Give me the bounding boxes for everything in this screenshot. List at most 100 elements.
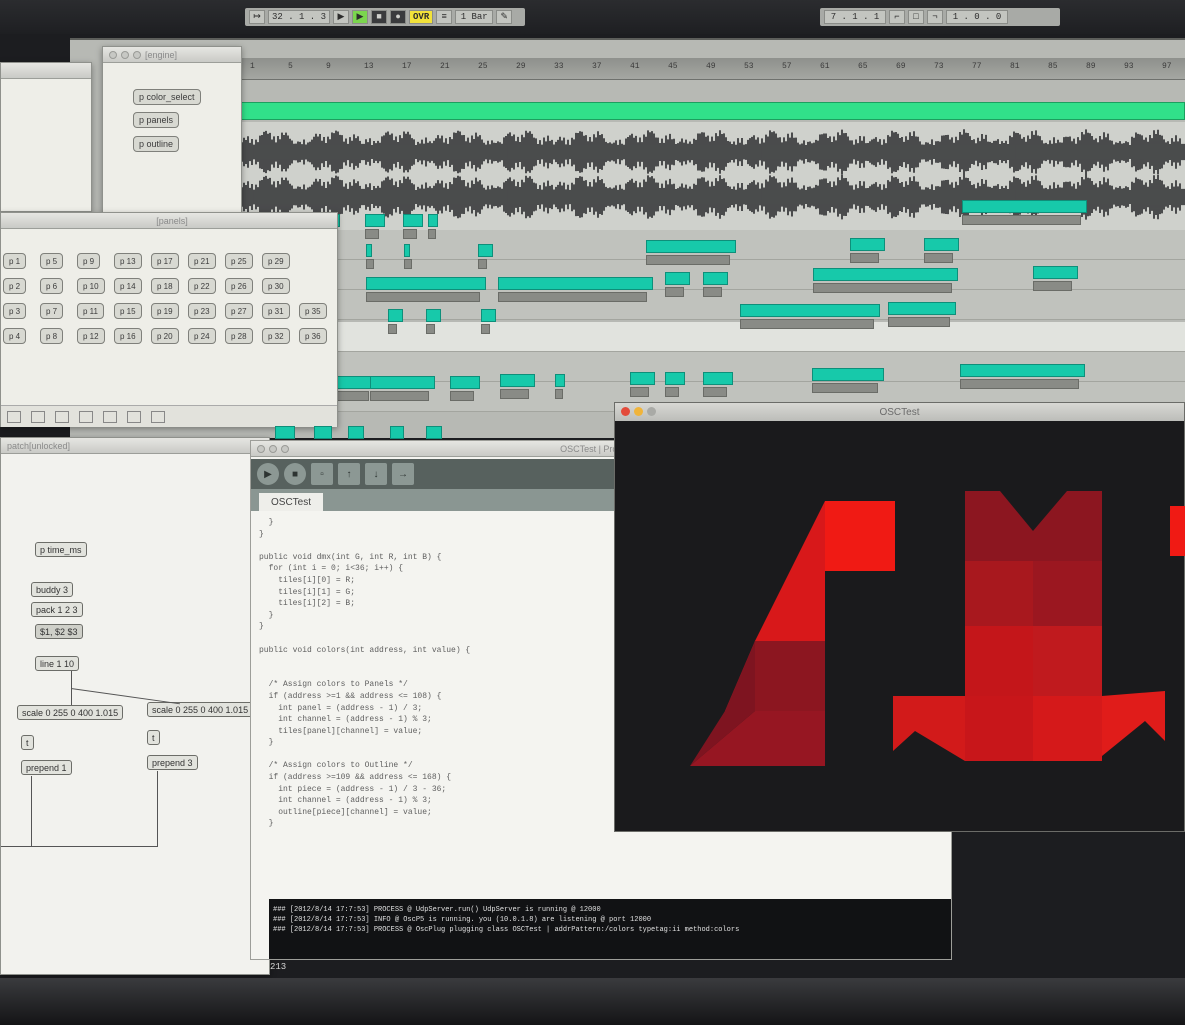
- panel-subpatch[interactable]: p 21: [188, 253, 216, 269]
- midi-clip[interactable]: [813, 268, 958, 281]
- panel-subpatch[interactable]: p 8: [40, 328, 64, 344]
- midi-clip[interactable]: [924, 238, 959, 251]
- panel-subpatch[interactable]: p 6: [40, 278, 64, 294]
- window-titlebar[interactable]: [panels]: [1, 213, 337, 229]
- window-titlebar[interactable]: OSCTest: [615, 403, 1184, 421]
- midi-clip[interactable]: [404, 244, 410, 257]
- object-pack[interactable]: pack 1 2 3: [31, 602, 83, 617]
- midi-clip[interactable]: [390, 426, 404, 439]
- tab-osctest[interactable]: OSCTest: [259, 493, 324, 511]
- quantize-select[interactable]: 1 Bar: [455, 10, 494, 24]
- open-icon[interactable]: ↑: [338, 463, 360, 485]
- close-icon[interactable]: [109, 50, 117, 59]
- midi-clip[interactable]: [740, 304, 880, 317]
- stop-icon[interactable]: ■: [284, 463, 306, 485]
- panel-subpatch[interactable]: p 35: [299, 303, 327, 319]
- play-icon[interactable]: ▶: [333, 10, 350, 24]
- midi-clip[interactable]: [426, 309, 441, 322]
- message-box[interactable]: $1, $2 $3: [35, 624, 83, 639]
- midi-clip[interactable]: [481, 309, 496, 322]
- panel-subpatch[interactable]: p 19: [151, 303, 179, 319]
- panel-subpatch[interactable]: p 28: [225, 328, 253, 344]
- stop-button[interactable]: ■: [371, 10, 388, 24]
- panel-subpatch[interactable]: p 20: [151, 328, 179, 344]
- new-icon[interactable]: ▫: [311, 463, 333, 485]
- midi-clip[interactable]: [275, 426, 295, 439]
- loop-length-field[interactable]: 1 . 0 . 0: [946, 10, 1008, 24]
- punch-in-icon[interactable]: ⌐: [889, 10, 905, 24]
- midi-clip[interactable]: [630, 372, 655, 385]
- midi-clip[interactable]: [703, 372, 733, 385]
- record-button[interactable]: ●: [390, 10, 407, 24]
- midi-clip[interactable]: [888, 302, 956, 315]
- subpatch-panels[interactable]: p panels: [133, 112, 180, 128]
- object-prepend-3[interactable]: prepend 3: [147, 755, 198, 770]
- zoom-icon[interactable]: [133, 50, 141, 59]
- midi-clip[interactable]: [388, 309, 403, 322]
- panel-subpatch[interactable]: p 30: [262, 278, 290, 294]
- midi-clip[interactable]: [498, 277, 653, 290]
- object-t-2[interactable]: t: [147, 730, 160, 745]
- presentation-icon[interactable]: [151, 410, 165, 423]
- object-prepend-1[interactable]: prepend 1: [21, 760, 72, 775]
- minimize-icon[interactable]: [121, 50, 129, 59]
- lock-icon[interactable]: [7, 410, 21, 423]
- overdub-button[interactable]: OVR: [409, 10, 434, 24]
- comment-icon[interactable]: [55, 410, 69, 423]
- panel-subpatch[interactable]: p 4: [3, 328, 27, 344]
- export-icon[interactable]: →: [392, 463, 414, 485]
- code-editor[interactable]: } } public void dmx(int G, int R, int B)…: [259, 517, 611, 897]
- midi-clip[interactable]: [314, 426, 332, 439]
- scrub-area[interactable]: [240, 102, 1185, 120]
- info-icon[interactable]: [79, 410, 93, 423]
- run-icon[interactable]: ▶: [257, 463, 279, 485]
- midi-clip[interactable]: [403, 214, 423, 227]
- panel-subpatch[interactable]: p 13: [114, 253, 142, 269]
- panel-subpatch[interactable]: p 31: [262, 303, 290, 319]
- midi-clip[interactable]: [366, 277, 486, 290]
- punch-out-icon[interactable]: ¬: [927, 10, 943, 24]
- panel-subpatch[interactable]: p 27: [225, 303, 253, 319]
- panel-subpatch[interactable]: p 26: [225, 278, 253, 294]
- midi-clip[interactable]: [665, 272, 690, 285]
- new-message-icon[interactable]: [127, 410, 141, 423]
- panel-subpatch[interactable]: p 12: [77, 328, 105, 344]
- loop-switch-icon[interactable]: □: [908, 10, 924, 24]
- midi-clip[interactable]: [665, 372, 685, 385]
- panel-subpatch[interactable]: p 17: [151, 253, 179, 269]
- panel-subpatch[interactable]: p 25: [225, 253, 253, 269]
- song-position-field[interactable]: 32 . 1 . 3: [268, 10, 331, 24]
- window-titlebar[interactable]: [1, 63, 91, 79]
- object-scale-2[interactable]: scale 0 255 0 400 1.015: [147, 702, 254, 717]
- subpatch-color-select[interactable]: p color_select: [133, 89, 201, 105]
- panel-subpatch[interactable]: p 11: [77, 303, 104, 319]
- panel-subpatch[interactable]: p 10: [77, 278, 105, 294]
- panel-subpatch[interactable]: p 16: [114, 328, 142, 344]
- midi-clip[interactable]: [962, 200, 1087, 213]
- panel-subpatch[interactable]: p 32: [262, 328, 290, 344]
- minimize-icon[interactable]: [269, 444, 277, 453]
- midi-clip[interactable]: [500, 374, 535, 387]
- object-scale-1[interactable]: scale 0 255 0 400 1.015: [17, 705, 124, 720]
- midi-clip[interactable]: [348, 426, 364, 439]
- pencil-icon[interactable]: ✎: [496, 10, 513, 24]
- midi-track-lane[interactable]: [240, 322, 1185, 352]
- midi-clip[interactable]: [428, 214, 438, 227]
- window-titlebar[interactable]: patch[unlocked]: [1, 438, 269, 454]
- zoom-icon[interactable]: [281, 444, 289, 453]
- midi-clip[interactable]: [478, 244, 493, 257]
- panel-subpatch[interactable]: p 3: [3, 303, 27, 319]
- object-buddy[interactable]: buddy 3: [31, 582, 74, 597]
- play-active-button[interactable]: ▶: [352, 10, 369, 24]
- panel-subpatch[interactable]: p 5: [40, 253, 64, 269]
- midi-clip[interactable]: [426, 426, 442, 439]
- panel-subpatch[interactable]: p 24: [188, 328, 216, 344]
- minimize-icon[interactable]: [634, 407, 643, 416]
- panel-subpatch[interactable]: p 14: [114, 278, 142, 294]
- zoom-icon[interactable]: [647, 407, 656, 416]
- midi-clip[interactable]: [365, 214, 385, 227]
- follow-button[interactable]: ↦: [249, 10, 265, 24]
- grid-icon[interactable]: [31, 410, 45, 423]
- window-titlebar[interactable]: [engine]: [103, 47, 241, 63]
- panel-subpatch[interactable]: p 9: [77, 253, 101, 269]
